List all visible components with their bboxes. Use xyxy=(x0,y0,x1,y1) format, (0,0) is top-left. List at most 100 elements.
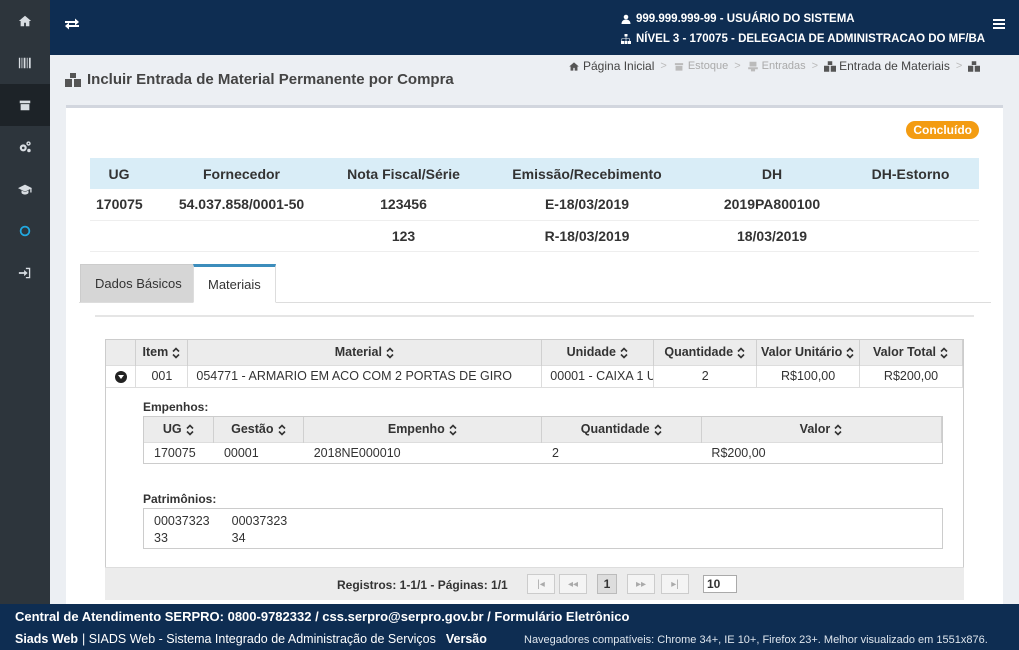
tab-dados-basicos[interactable]: Dados Básicos xyxy=(80,264,197,302)
empenhos-header-quantidade[interactable]: Quantidade xyxy=(541,417,702,442)
sidebar-item-home[interactable] xyxy=(0,0,50,42)
cell-valor-unitario: R$100,00 xyxy=(756,364,861,387)
user-name: 999.999.999-99 - USUÁRIO DO SISTEMA xyxy=(636,13,855,25)
summary-cell: R-18/03/2019 xyxy=(472,220,702,252)
patrimonios-list: 00037323 33 00037323 34 xyxy=(143,508,943,549)
materials-section: Item Material Unidade Quantidade Valor U… xyxy=(95,315,974,604)
summary-cell: 18/03/2019 xyxy=(702,220,842,252)
sidebar xyxy=(0,0,50,604)
summary-cell: 54.037.858/0001-50 xyxy=(148,189,335,221)
exchange-icon xyxy=(65,18,79,30)
graduation-cap-icon xyxy=(18,184,32,195)
page-header: Incluir Entrada de Material Permanente p… xyxy=(50,55,1019,105)
empenho-cell-quantidade: 2 xyxy=(541,441,702,463)
empenho-cell-valor: R$200,00 xyxy=(701,441,942,463)
summary-header-emissao: Emissão/Recebimento xyxy=(472,158,702,189)
footer-brand: Siads Web xyxy=(15,632,78,646)
sort-icon xyxy=(653,424,663,436)
circle-icon xyxy=(19,225,31,237)
last-page-button[interactable]: ▸| xyxy=(661,574,689,594)
sort-icon xyxy=(939,347,949,359)
summary-cell: 123456 xyxy=(335,189,472,221)
materials-header-valor-unitario[interactable]: Valor Unitário xyxy=(756,340,861,365)
sidebar-item-cogs[interactable] xyxy=(0,126,50,168)
summary-header-dh: DH xyxy=(702,158,842,189)
footer-browsers: Navegadores compatíveis: Chrome 34+, IE … xyxy=(524,634,988,646)
footer-system: Siads Web | SIADS Web - Sistema Integrad… xyxy=(15,632,487,646)
summary-cell: 2019PA800100 xyxy=(702,189,842,221)
home-icon xyxy=(18,15,32,27)
summary-table: UG Fornecedor Nota Fiscal/Série Emissão/… xyxy=(90,158,979,252)
tab-materiais[interactable]: Materiais xyxy=(193,264,276,303)
sort-icon xyxy=(736,347,746,359)
sidebar-item-barcode[interactable] xyxy=(0,42,50,84)
sort-icon xyxy=(185,424,195,436)
breadcrumb-entrada-materiais[interactable]: Entrada de Materiais xyxy=(824,59,950,73)
materials-header-valor-total[interactable]: Valor Total xyxy=(859,340,963,365)
summary-cell: 123 xyxy=(335,220,472,252)
summary-header-nota: Nota Fiscal/Série xyxy=(335,158,472,189)
breadcrumb-current xyxy=(968,60,981,72)
box-icon xyxy=(19,100,31,111)
cell-item: 001 xyxy=(135,364,189,387)
cubes-icon xyxy=(824,60,837,72)
sort-icon xyxy=(171,347,181,359)
barcode-icon xyxy=(18,57,31,69)
next-page-button[interactable]: ▸▸ xyxy=(627,574,655,594)
breadcrumb-entradas: Entradas xyxy=(747,60,806,72)
breadcrumb-home[interactable]: Página Inicial xyxy=(568,59,654,73)
sidebar-item-circle[interactable] xyxy=(0,210,50,252)
summary-header-fornecedor: Fornecedor xyxy=(148,158,335,189)
empenhos-header-empenho[interactable]: Empenho xyxy=(303,417,543,442)
sidebar-item-logout[interactable] xyxy=(0,252,50,294)
swap-toggle-button[interactable] xyxy=(64,16,82,34)
page-number-button[interactable]: 1 xyxy=(597,574,617,594)
summary-cell xyxy=(90,220,148,252)
menu-button[interactable] xyxy=(993,18,1005,33)
pagination-info: Registros: 1-1/1 - Páginas: 1/1 xyxy=(337,578,508,592)
top-bar: 999.999.999-99 - USUÁRIO DO SISTEMA NÍVE… xyxy=(50,0,1019,55)
sitemap-icon xyxy=(621,34,631,44)
status-badge: Concluído xyxy=(906,121,979,139)
breadcrumb: Página Inicial > Estoque > Entradas > En… xyxy=(568,59,981,73)
materials-header-item[interactable]: Item xyxy=(135,340,189,365)
summary-row: 123 R-18/03/2019 18/03/2019 xyxy=(90,220,979,252)
empenhos-header-gestao[interactable]: Gestão xyxy=(213,417,305,442)
page-title: Incluir Entrada de Material Permanente p… xyxy=(65,71,454,88)
list-item[interactable]: 00037323 33 xyxy=(154,513,210,547)
materials-header-quantidade[interactable]: Quantidade xyxy=(653,340,758,365)
row-expand-toggle[interactable] xyxy=(106,364,137,387)
empenho-cell-empenho: 2018NE000010 xyxy=(303,441,542,463)
list-item[interactable]: 00037323 34 xyxy=(232,513,288,547)
box-icon xyxy=(674,62,683,71)
sort-icon xyxy=(845,347,855,359)
summary-header-dh-estorno: DH-Estorno xyxy=(842,158,979,189)
cell-quantidade: 2 xyxy=(653,364,758,387)
sort-icon xyxy=(833,424,843,436)
user-icon xyxy=(621,14,631,24)
sidebar-item-education[interactable] xyxy=(0,168,50,210)
footer: Central de Atendimento SERPRO: 0800-9782… xyxy=(0,604,1019,650)
cubes-icon xyxy=(968,60,981,72)
footer-system-name: | SIADS Web - Sistema Integrado de Admin… xyxy=(81,632,436,646)
prev-page-button[interactable]: ◂◂ xyxy=(559,574,587,594)
first-page-button[interactable]: |◂ xyxy=(527,574,555,594)
summary-cell xyxy=(148,220,335,252)
empenho-cell-gestao: 00001 xyxy=(213,441,304,463)
content-panel: Concluído UG Fornecedor Nota Fiscal/Séri… xyxy=(66,105,1003,604)
table-row[interactable]: 001 054771 - ARMARIO EM ACO COM 2 PORTAS… xyxy=(106,364,963,387)
table-row[interactable]: 170075 00001 2018NE000010 2 R$200,00 xyxy=(144,441,942,463)
sidebar-item-box[interactable] xyxy=(0,84,50,126)
materials-header-material[interactable]: Material xyxy=(187,340,543,365)
bars-icon xyxy=(993,19,1005,29)
empenho-cell-ug: 170075 xyxy=(144,441,214,463)
page-size-select[interactable]: 10 xyxy=(703,575,737,593)
empenhos-label: Empenhos: xyxy=(143,400,209,414)
summary-row: 170075 54.037.858/0001-50 123456 E-18/03… xyxy=(90,189,979,221)
sort-icon xyxy=(277,424,287,436)
summary-cell: E-18/03/2019 xyxy=(472,189,702,221)
empenhos-header-ug[interactable]: UG xyxy=(144,417,215,442)
empenhos-header-valor[interactable]: Valor xyxy=(701,417,943,442)
materials-header-unidade[interactable]: Unidade xyxy=(541,340,655,365)
empenhos-grid: UG Gestão Empenho Quantidade Valor 17007… xyxy=(143,416,943,464)
